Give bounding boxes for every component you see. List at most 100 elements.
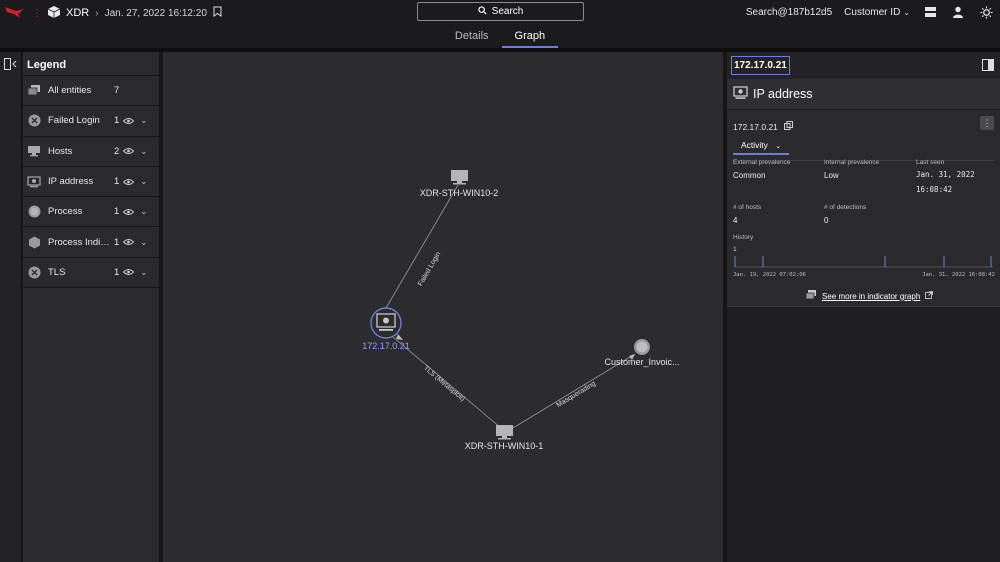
history-chart: History 1 xyxy=(733,234,995,268)
brand: ⋮ XDR › Jan. 27, 2022 16:12:20 xyxy=(0,5,222,22)
detail-type-header: IP address xyxy=(727,79,1000,109)
legend-item-process[interactable]: Process 1 ⌄ xyxy=(23,197,159,228)
tab-graph[interactable]: Graph xyxy=(501,26,559,48)
history-label: History xyxy=(733,234,754,241)
see-more-label: See more in indicator graph xyxy=(822,291,921,301)
stat-value: Common xyxy=(733,171,766,180)
graph-canvas[interactable]: Failed Login TLS (Metasploit) Masqueradi… xyxy=(163,52,723,562)
bookmark-icon[interactable] xyxy=(213,6,222,20)
eye-icon[interactable] xyxy=(123,267,135,277)
history-start-date: Jan. 19, 2022 07:02:06 xyxy=(733,272,806,278)
legend-item-label: IP address xyxy=(48,176,94,188)
chevron-down-icon: ⌄ xyxy=(775,143,782,150)
stat-value: 0 xyxy=(824,216,829,225)
theme-sun-icon[interactable] xyxy=(978,4,994,20)
view-tabs: Details Graph xyxy=(0,26,1000,48)
collapse-panel-icon[interactable] xyxy=(4,58,18,73)
legend-item-count: 1 xyxy=(114,236,120,248)
stat-value: 4 xyxy=(733,216,738,225)
legend-item-process-indicator[interactable]: Process Indicat... 1 ⌄ xyxy=(23,227,159,258)
customer-id-label: Customer ID xyxy=(844,6,901,18)
legend-item-failed-login[interactable]: Failed Login 1 ⌄ xyxy=(23,106,159,137)
arrowhead xyxy=(396,334,403,340)
chevron-down-icon[interactable]: ⌄ xyxy=(140,267,148,278)
see-more-indicator-graph-link[interactable]: See more in indicator graph xyxy=(805,290,934,302)
legend-item-hosts[interactable]: Hosts 2 ⌄ xyxy=(23,137,159,167)
legend-item-count: 1 xyxy=(114,206,120,218)
edge-label-masquerading: Masquerading xyxy=(555,380,597,409)
chevron-down-icon[interactable]: ⌄ xyxy=(140,206,148,217)
tab-activity[interactable]: Activity ⌄ xyxy=(733,140,790,155)
legend-item-label: All entities xyxy=(48,85,92,97)
app-name[interactable]: XDR xyxy=(66,7,89,19)
host-icon xyxy=(27,144,41,158)
node-process-icon xyxy=(634,339,650,355)
stat-value-date: Jan. 31, 2022 xyxy=(916,170,975,179)
eye-icon[interactable] xyxy=(123,177,135,187)
external-link-icon xyxy=(925,291,934,301)
legend-title: Legend xyxy=(23,52,159,76)
process-indicator-icon xyxy=(27,235,41,249)
legend-item-count: 1 xyxy=(114,176,120,188)
expand-panel-icon[interactable] xyxy=(982,59,994,74)
legend-item-label: Failed Login xyxy=(48,115,100,127)
stat-last-seen: Last seen Jan. 31, 2022 16:08:42 xyxy=(916,159,975,198)
customer-id-dropdown[interactable]: Customer ID ⌄ xyxy=(844,7,910,18)
detail-panel: 172.17.0.21 IP address 172.17.0.21 ⋮ Act… xyxy=(727,52,1000,562)
legend-item-ip-address[interactable]: IP address 1 ⌄ xyxy=(23,167,159,198)
chevron-down-icon[interactable]: ⌄ xyxy=(140,237,148,248)
breadcrumb-chevron-icon: › xyxy=(95,7,99,19)
menu-dots-icon[interactable]: ⋮ xyxy=(32,8,42,19)
stat-value-time: 16:08:42 xyxy=(916,185,953,194)
copy-icon[interactable] xyxy=(783,121,793,132)
stat-label: Internal prevalence xyxy=(824,159,880,166)
node-label-host-1[interactable]: XDR-STH-WIN10-1 xyxy=(465,441,544,451)
messages-icon[interactable] xyxy=(922,4,938,20)
edge-label-tls: TLS (Metasploit) xyxy=(422,365,466,403)
more-options-icon[interactable]: ⋮ xyxy=(980,116,994,130)
node-host-1-icon xyxy=(496,425,513,440)
tab-details[interactable]: Details xyxy=(442,26,502,48)
graph-svg: Failed Login TLS (Metasploit) Masqueradi… xyxy=(370,170,650,440)
ip-address-icon xyxy=(27,175,41,189)
stat-detections: # of detections 0 xyxy=(824,204,866,225)
search-button[interactable]: Search xyxy=(417,2,584,21)
legend-item-label: Process xyxy=(48,206,83,218)
chevron-down-icon[interactable]: ⌄ xyxy=(140,115,148,126)
edge-label-failed-login: Failed Login xyxy=(417,251,442,288)
eye-icon[interactable] xyxy=(123,237,135,247)
eye-icon[interactable] xyxy=(123,146,135,156)
legend-item-count: 2 xyxy=(114,145,120,157)
node-label-host-2[interactable]: XDR-STH-WIN10-2 xyxy=(420,188,499,198)
legend-item-label: Hosts xyxy=(48,145,73,157)
node-label-process[interactable]: Customer_Invoic... xyxy=(604,357,679,367)
eye-icon[interactable] xyxy=(123,207,135,217)
failed-login-icon xyxy=(27,114,41,128)
detail-ip-title[interactable]: 172.17.0.21 xyxy=(731,56,790,75)
panel-divider xyxy=(727,306,1000,307)
user-icon[interactable] xyxy=(950,4,966,20)
stat-label: # of detections xyxy=(824,204,867,211)
detail-ip-value: 172.17.0.21 xyxy=(733,121,778,132)
eye-icon[interactable] xyxy=(123,116,135,126)
top-bar: ⋮ XDR › Jan. 27, 2022 16:12:20 Search Se… xyxy=(0,0,1000,26)
top-right-controls: Search@187b12d5 Customer ID ⌄ xyxy=(746,4,994,20)
chevron-down-icon[interactable]: ⌄ xyxy=(140,176,148,187)
detail-panel-header: 172.17.0.21 xyxy=(727,52,1000,79)
legend-item-tls[interactable]: TLS 1 ⌄ xyxy=(23,258,159,289)
all-entities-icon xyxy=(27,84,41,98)
process-icon xyxy=(27,205,41,219)
node-label-ip-address[interactable]: 172.17.0.21 xyxy=(362,341,410,351)
collapse-sidebar-column xyxy=(0,52,22,562)
tls-icon xyxy=(27,265,41,279)
chevron-down-icon[interactable]: ⌄ xyxy=(140,146,148,157)
search-id-link[interactable]: Search@187b12d5 xyxy=(746,7,832,18)
edge-failed-login xyxy=(385,184,459,309)
breadcrumb-timestamp: Jan. 27, 2022 16:12:20 xyxy=(104,7,207,19)
legend-panel: Legend All entities 7 Failed Login 1 ⌄ H… xyxy=(23,52,159,562)
legend-item-all-entities[interactable]: All entities 7 xyxy=(23,76,159,107)
falcon-logo-icon[interactable] xyxy=(4,5,26,22)
stat-value: Low xyxy=(824,171,839,180)
legend-item-count: 1 xyxy=(114,266,120,278)
node-host-2-icon xyxy=(451,170,468,185)
